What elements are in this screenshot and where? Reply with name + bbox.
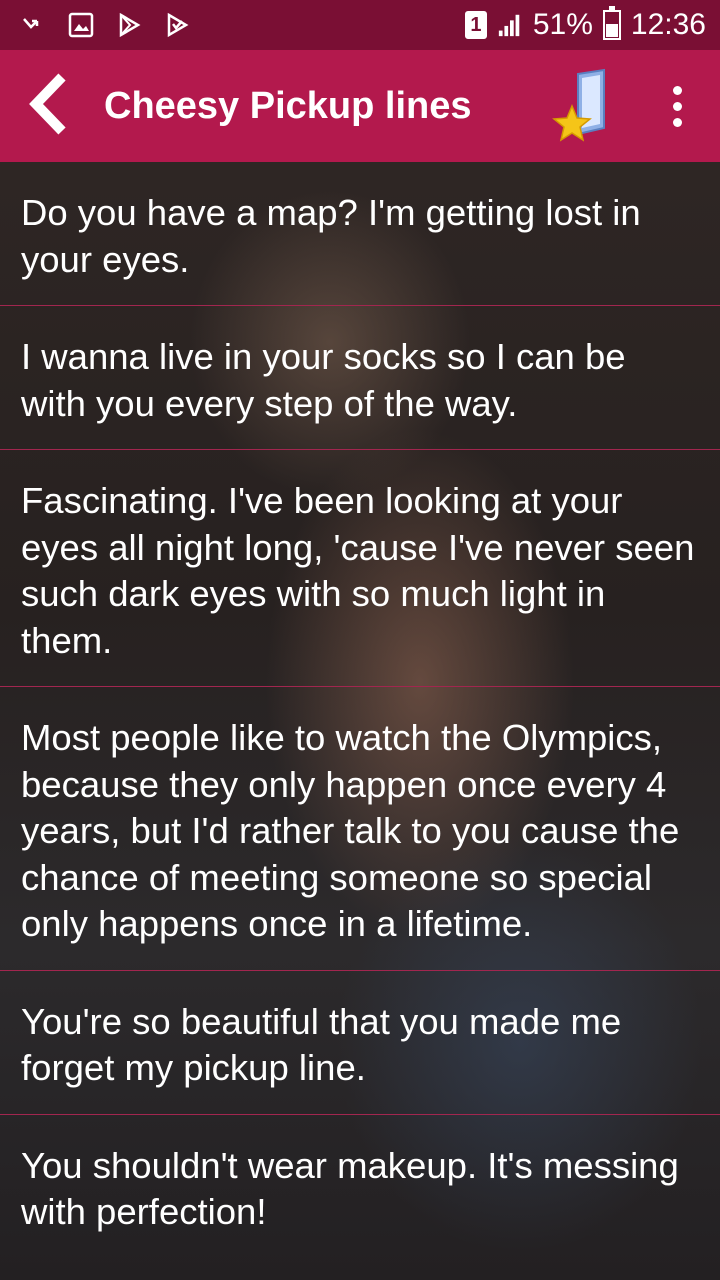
app-bar: Cheesy Pickup lines <box>0 50 720 162</box>
list-item[interactable]: I wanna live in your socks so I can be w… <box>0 306 720 450</box>
overflow-menu-icon <box>672 85 682 95</box>
back-button[interactable] <box>4 50 94 162</box>
list-item[interactable]: Most people like to watch the Olympics, … <box>0 687 720 971</box>
missed-call-icon <box>20 12 46 38</box>
play-store-download-icon <box>164 12 190 38</box>
list-item[interactable]: Do you have a map? I'm getting lost in y… <box>0 162 720 306</box>
list-item[interactable]: You shouldn't wear makeup. It's messing … <box>0 1115 720 1258</box>
gallery-icon <box>68 12 94 38</box>
list-item[interactable]: You're so beautiful that you made me for… <box>0 971 720 1115</box>
play-store-icon <box>116 12 142 38</box>
back-chevron-icon <box>24 71 74 142</box>
list-item[interactable]: Fascinating. I've been looking at your e… <box>0 450 720 687</box>
pickup-lines-list[interactable]: Do you have a map? I'm getting lost in y… <box>0 162 720 1280</box>
favorites-button[interactable] <box>552 68 616 144</box>
sim-indicator: 1 <box>464 11 487 39</box>
battery-percent: 51% <box>532 8 593 41</box>
favorites-star-icon <box>552 68 616 148</box>
battery-icon <box>602 6 621 40</box>
overflow-menu-button[interactable] <box>650 74 704 138</box>
signal-icon <box>497 12 523 38</box>
clock: 12:36 <box>630 8 706 41</box>
status-bar: 1 51% 12:36 <box>0 0 720 50</box>
page-title: Cheesy Pickup lines <box>104 84 472 127</box>
